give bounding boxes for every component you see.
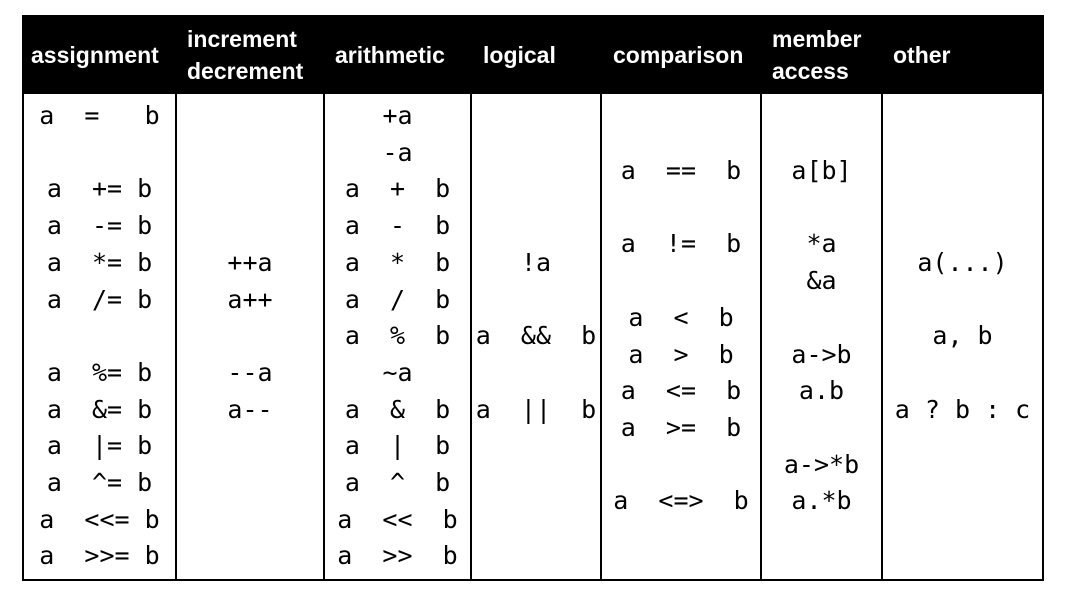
operator-entry: a.b (798, 376, 845, 406)
column-arithmetic: +a -a a + b a - b a * b a / b a % b ~a a & b a | … (325, 94, 472, 579)
column-assignment: a = b a += b a -= b a *= b a /= b a %= b a &= … (22, 94, 177, 579)
column-header-line: access (772, 57, 849, 84)
operator-entry: a | b (344, 431, 451, 461)
operator-entry: a->*b (783, 449, 860, 479)
operator-entry: a %= b (46, 357, 153, 387)
column-header-other: other (893, 15, 1044, 94)
operator-entry: a << b (337, 504, 458, 534)
operator-entry: a.*b (791, 486, 852, 516)
operator-entry: a /= b (46, 284, 153, 314)
operator-entry: a <=> b (613, 486, 749, 516)
operator-entry: a ^ b (344, 468, 451, 497)
operators-table: assignment increment decrement arithmetic lo… (22, 15, 1044, 581)
column-increment-decrement: ++a a++ --a a-- (177, 94, 325, 579)
operator-entry: --a (227, 357, 273, 387)
operator-entry: a(...) (917, 247, 1008, 277)
operator-entry: a ? b : c (894, 394, 1031, 424)
operator-entry: a &= b (46, 394, 153, 424)
operator-entry: a - b (344, 211, 451, 241)
column-comparison: a == b a != b a < b a > b a <= b a >= b a <=> … (602, 94, 762, 579)
column-header-assignment: assignment (31, 15, 177, 94)
table-body: a = b a += b a -= b a *= b a /= b a %= b a &= … (22, 94, 1044, 581)
operator-entry: a < b (628, 302, 734, 332)
operator-entry: a * b (344, 247, 451, 277)
column-header-logical: logical (483, 15, 602, 94)
operator-entry: a += b (46, 174, 153, 204)
column-header-line: decrement (187, 57, 304, 84)
operator-entry: a && b (475, 321, 597, 351)
operator-entry: a[b] (791, 156, 852, 186)
column-member-access: a[b] *a &a a->b a.b a->*b a.*b (762, 94, 883, 579)
column-header-line: member (772, 25, 862, 52)
operator-entry: *a (806, 229, 837, 259)
column-other: a(...) a, b a ? b : c (883, 94, 1044, 579)
operator-entry: a <<= b (39, 504, 160, 534)
operator-entry: a > b (628, 339, 734, 369)
operator-entry: a ^= b (46, 468, 153, 497)
operator-entry: a -= b (46, 211, 153, 241)
operator-entry: ~a (382, 357, 413, 387)
column-header-comparison: comparison (613, 15, 762, 94)
operator-entry: !a (520, 247, 552, 277)
operator-entry: a == b (620, 156, 742, 186)
column-header-increment-decrement: increment decrement (187, 15, 325, 94)
operator-entry: a++ (227, 284, 273, 314)
column-header-line: assignment (31, 41, 159, 68)
column-header-line: arithmetic (335, 41, 445, 68)
operator-entry: a <= b (620, 376, 742, 406)
operator-entry: ++a (227, 247, 273, 277)
column-header-line: comparison (613, 41, 744, 68)
operator-entry: a->b (791, 339, 852, 369)
operator-entry: a / b (344, 284, 451, 314)
operator-entry: a >>= b (39, 541, 160, 571)
column-header-line: other (893, 41, 951, 68)
operator-entry: -a (382, 137, 413, 167)
operator-entry: a || b (475, 394, 597, 424)
column-header-line: increment (187, 25, 297, 52)
operator-entry: a |= b (46, 431, 153, 461)
column-header-member-access: member access (772, 15, 883, 94)
column-header-arithmetic: arithmetic (335, 15, 472, 94)
header-row: assignment increment decrement arithmetic lo… (22, 15, 1044, 94)
operator-entry: a >= b (620, 412, 742, 442)
operator-entry: a & b (344, 394, 451, 424)
operator-entry: a, b (932, 321, 993, 351)
column-header-line: logical (483, 41, 556, 68)
operator-entry: a != b (620, 229, 742, 259)
operator-entry: &a (806, 266, 837, 296)
operator-entry: a + b (344, 174, 451, 204)
operator-entry: a *= b (46, 247, 153, 277)
operator-entry: a >> b (337, 541, 458, 571)
operator-entry: a % b (344, 321, 451, 351)
column-logical: !a a && b a || b (472, 94, 602, 579)
operator-entry: +a (382, 101, 413, 130)
operator-entry: a = b (39, 101, 160, 130)
operator-entry: a-- (227, 394, 273, 424)
